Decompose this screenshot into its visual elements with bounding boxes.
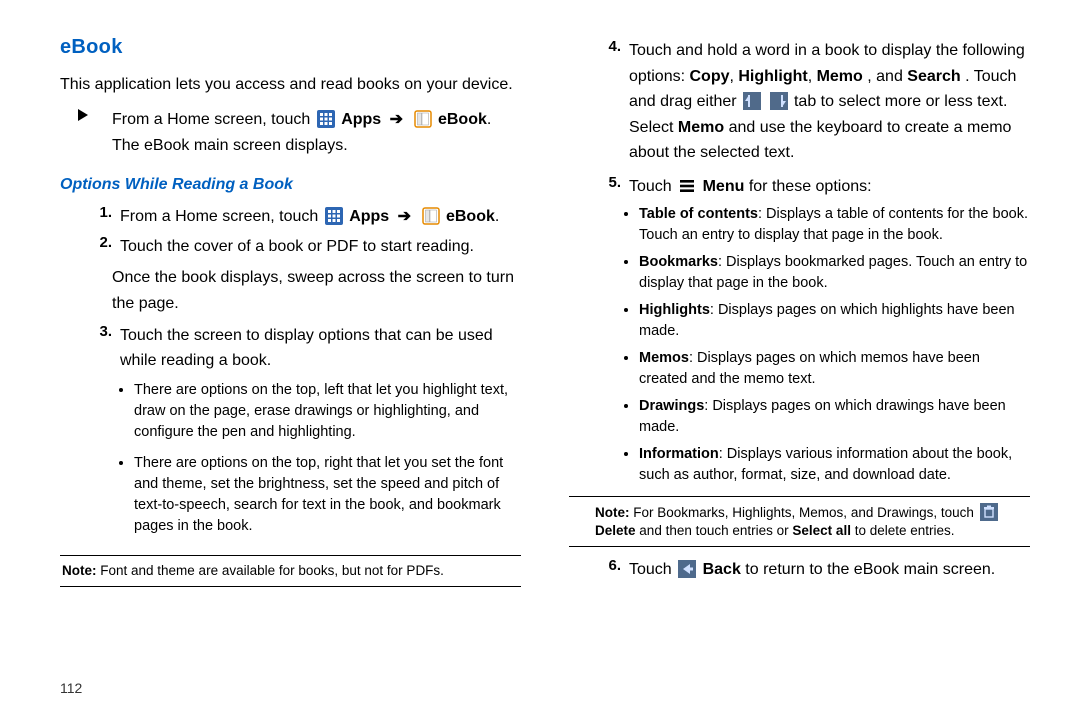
left-column: eBook This application lets you access a… — [60, 36, 521, 587]
delete-label: Delete — [595, 523, 636, 538]
step-1-text: From a Home screen, touch — [120, 208, 318, 225]
note-lead: Note: — [62, 563, 97, 578]
note-right-c: to delete entries. — [855, 523, 955, 538]
step-3: 3. Touch the screen to display options t… — [60, 323, 521, 374]
menu-item-toc: Table of contents: Displays a table of c… — [639, 204, 1030, 246]
step-4b: , and — [867, 68, 907, 85]
delete-icon — [980, 503, 998, 521]
apps-grid-icon — [317, 110, 335, 128]
ebook-icon — [414, 110, 432, 128]
copy-label: Copy — [689, 68, 729, 85]
menu-item-bookmarks: Bookmarks: Displays bookmarked pages. To… — [639, 252, 1030, 294]
step-number: 1. — [76, 204, 120, 221]
arrow-icon: ➔ — [394, 208, 415, 225]
text-select-left-icon — [743, 92, 761, 110]
step-2: 2. Touch the cover of a book or PDF to s… — [60, 234, 521, 260]
step-6a: Touch — [629, 561, 676, 578]
apps-grid-icon — [325, 207, 343, 225]
menu-item-information: Information: Displays various informatio… — [639, 444, 1030, 486]
note-right-a: For Bookmarks, Highlights, Memos, and Dr… — [630, 505, 978, 520]
step-3-text: Touch the screen to display options that… — [120, 323, 521, 374]
step-number: 2. — [76, 234, 120, 251]
step-number: 3. — [76, 323, 120, 340]
menu-item-highlights: Highlights: Displays pages on which high… — [639, 300, 1030, 342]
highlight-label: Highlight — [738, 68, 807, 85]
apps-label: Apps — [341, 111, 381, 128]
open-step-line2: The eBook main screen displays. — [112, 133, 521, 159]
arrow-icon: ➔ — [386, 111, 407, 128]
step-5a: Touch — [629, 178, 676, 195]
search-label: Search — [907, 68, 960, 85]
note-right: Note: For Bookmarks, Highlights, Memos, … — [569, 496, 1030, 547]
right-column: 4. Touch and hold a word in a book to di… — [569, 36, 1030, 587]
memo-label: Memo — [817, 68, 863, 85]
step-1: 1. From a Home screen, touch Apps ➔ eBoo… — [60, 204, 521, 230]
open-step: From a Home screen, touch Apps ➔ eBook. … — [60, 107, 521, 158]
step-5: 5. Touch Menu for these options: — [569, 174, 1030, 200]
ebook-label: eBook — [446, 208, 495, 225]
text-select-right-icon — [770, 92, 788, 110]
memo-sentence-label: Memo — [678, 119, 724, 136]
step-3-subbullets: There are options on the top, left that … — [60, 380, 521, 537]
step-6b: to return to the eBook main screen. — [745, 561, 995, 578]
intro-text: This application lets you access and rea… — [60, 73, 521, 97]
step-3-bullet-1: There are options on the top, left that … — [134, 380, 521, 443]
step-4: 4. Touch and hold a word in a book to di… — [569, 38, 1030, 166]
step-3-bullet-2: There are options on the top, right that… — [134, 453, 521, 537]
menu-options-list: Table of contents: Displays a table of c… — [569, 204, 1030, 486]
step-number: 6. — [585, 557, 629, 574]
note-lead: Note: — [595, 505, 630, 520]
menu-item-memos: Memos: Displays pages on which memos hav… — [639, 348, 1030, 390]
triangle-bullet-icon — [76, 107, 112, 123]
menu-item-drawings: Drawings: Displays pages on which drawin… — [639, 396, 1030, 438]
ebook-label: eBook — [438, 111, 487, 128]
apps-label: Apps — [349, 208, 389, 225]
menu-label: Menu — [703, 178, 745, 195]
note-left-text: Font and theme are available for books, … — [97, 563, 444, 578]
step-6: 6. Touch Back to return to the eBook mai… — [569, 557, 1030, 583]
back-arrow-icon — [678, 560, 696, 578]
step-number: 4. — [585, 38, 629, 55]
menu-icon — [678, 177, 696, 195]
note-left: Note: Font and theme are available for b… — [60, 555, 521, 587]
step-5b: for these options: — [749, 178, 872, 195]
subsection-title: Options While Reading a Book — [60, 176, 521, 194]
select-all-label: Select all — [792, 523, 851, 538]
step-2b-text: Once the book displays, sweep across the… — [112, 265, 521, 316]
page-number: 112 — [60, 680, 82, 696]
note-right-b: and then touch entries or — [639, 523, 792, 538]
open-step-text: From a Home screen, touch — [112, 111, 310, 128]
step-number: 5. — [585, 174, 629, 191]
section-title: eBook — [60, 36, 521, 59]
ebook-icon — [422, 207, 440, 225]
back-label: Back — [703, 561, 741, 578]
step-2-text: Touch the cover of a book or PDF to star… — [120, 234, 521, 260]
